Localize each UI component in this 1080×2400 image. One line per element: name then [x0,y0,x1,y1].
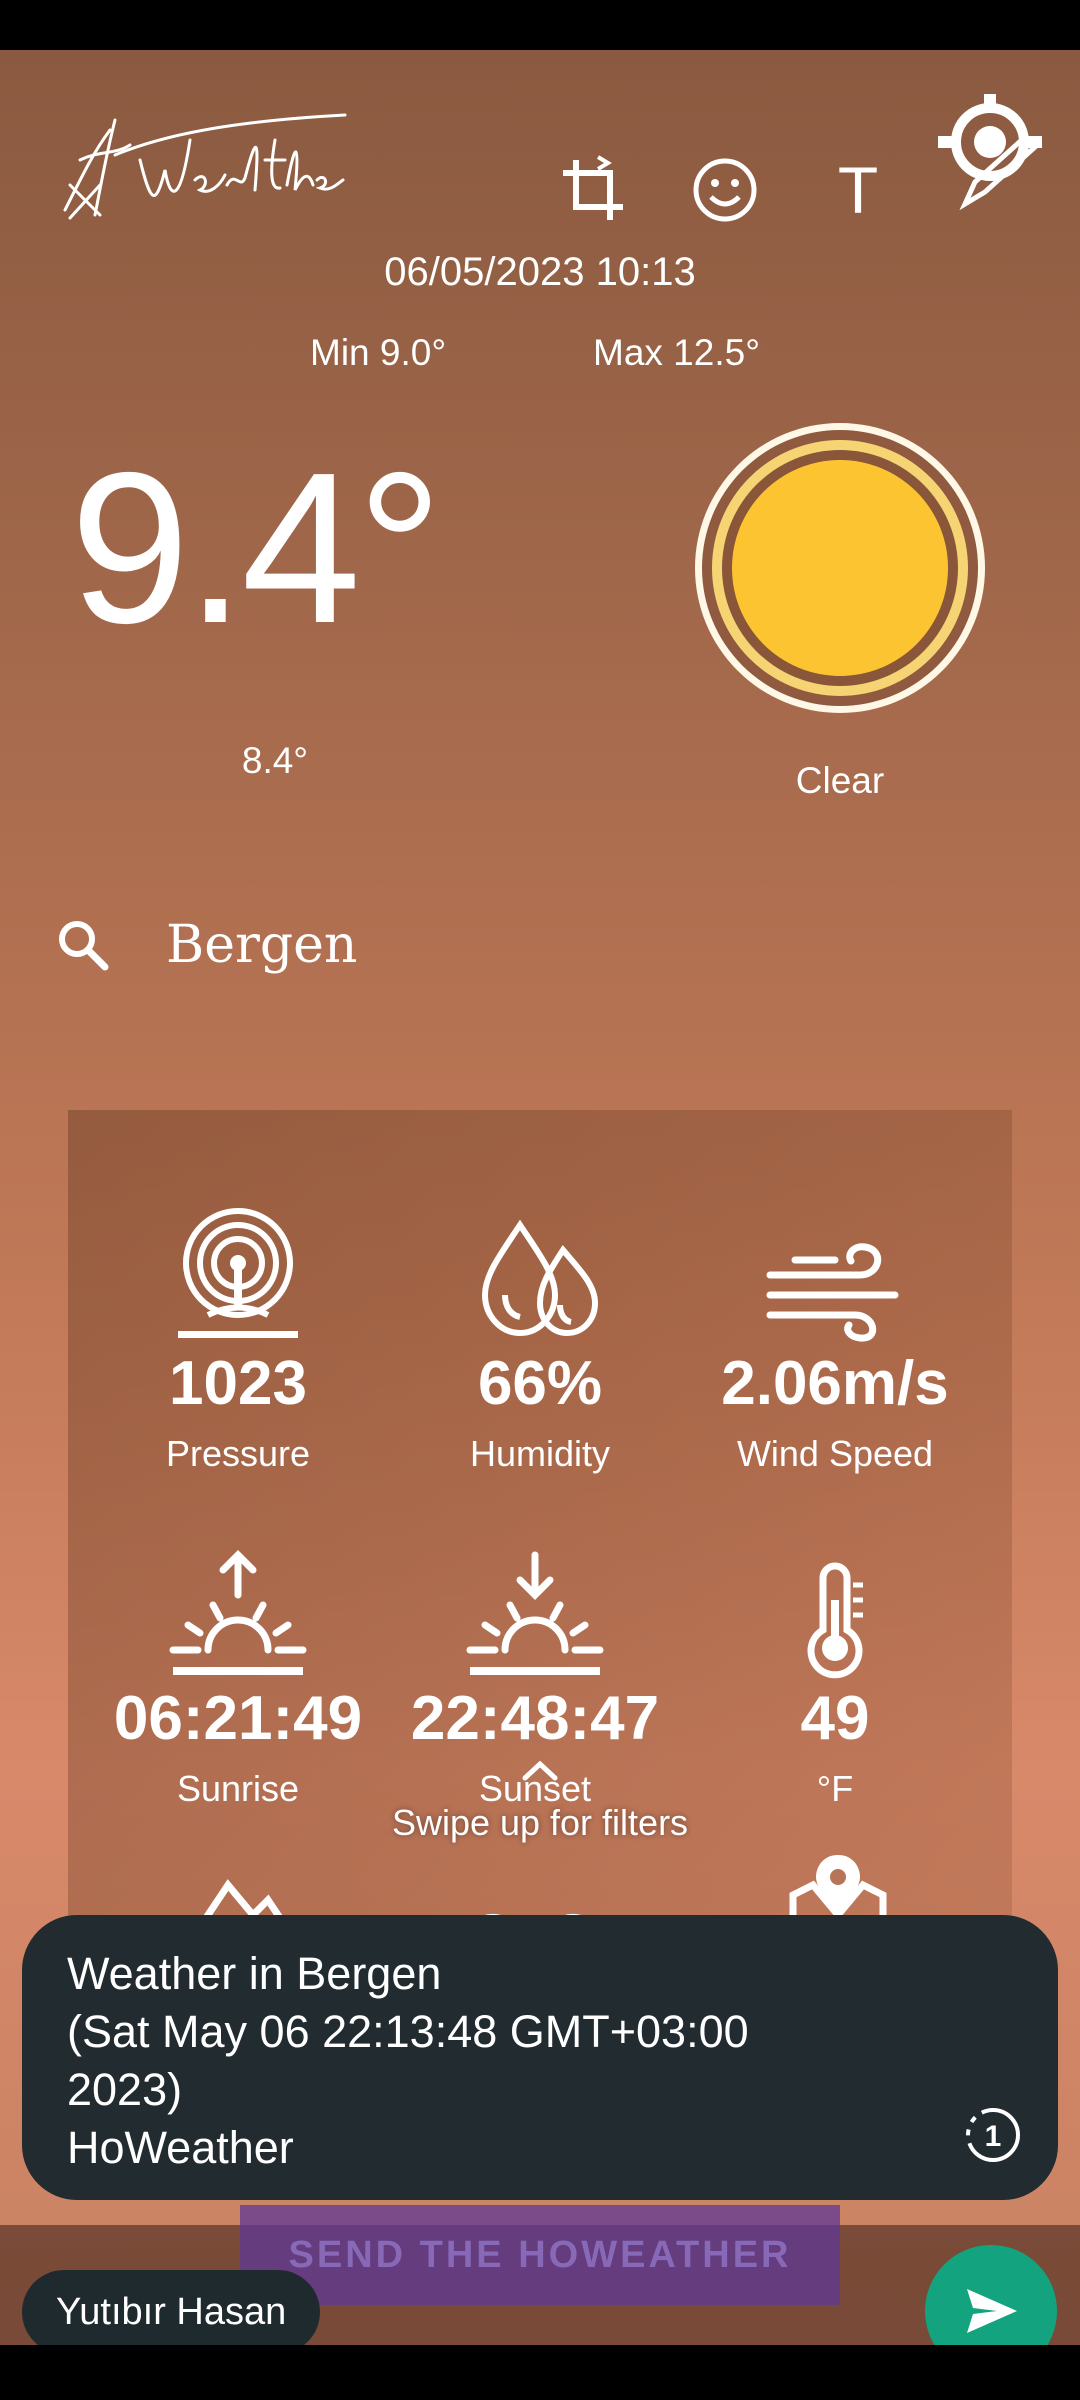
caption-input[interactable]: Weather in Bergen (Sat May 06 22:13:48 G… [22,1915,1058,2200]
stat-humidity: 66% Humidity [390,1195,690,1475]
stat-value: 1023 [169,1349,307,1418]
stat-value: 49 [800,1684,870,1753]
caption-text[interactable]: Weather in Bergen (Sat May 06 22:13:48 G… [67,1945,927,2177]
sun-icon [690,418,990,718]
thermometer-icon [807,1562,863,1679]
feels-like-temperature: 8.4° [241,740,309,781]
text-button[interactable]: T [818,150,898,230]
send-the-howeather-button[interactable]: SEND THE HOWEATHER [240,2205,840,2305]
stat-wind-speed: 2.06m/s Wind Speed [685,1195,985,1475]
stat-value: 2.06m/s [721,1349,949,1418]
view-once-icon[interactable]: 1 [963,2105,1023,2165]
sunrise-icon [169,1550,307,1675]
recipient-name: Yutıbır Hasan [56,2290,287,2333]
stat-label: Pressure [165,1433,311,1474]
stat-fahrenheit: 49 °F [685,1530,985,1810]
stat-label: Wind Speed [736,1433,934,1474]
max-temperature: Max 12.5° [593,332,760,373]
status-bar [0,0,1080,50]
city-name: Bergen [166,915,358,975]
min-temperature: Min 9.0° [310,332,447,373]
view-once-label: 1 [985,2120,1002,2153]
smiley-icon [693,158,757,222]
city-search[interactable]: Bergen [55,895,357,995]
sticker-button[interactable] [685,150,765,230]
wind-icon [766,1243,899,1342]
current-temperature: 9.4° [70,427,443,668]
sunset-icon [466,1551,604,1675]
stat-value: 06:21:49 [113,1684,363,1753]
stat-sunrise: 06:21:49 Sunrise [88,1530,388,1810]
draw-button[interactable] [930,92,1050,212]
story-editor-canvas: T 06/05/2023 10:13 Min 9.0° Max 12.5° 9.… [0,50,1080,2345]
stat-label: Humidity [469,1433,611,1474]
navigation-bar [0,2345,1080,2400]
search-icon [59,921,109,971]
stat-pressure: 1023 Pressure [88,1195,388,1475]
swipe-up-hint[interactable]: Swipe up for filters [0,1802,1080,1844]
humidity-icon [481,1219,599,1337]
howeather-logo [55,100,355,230]
crop-icon [563,155,623,220]
pressure-icon [178,1208,298,1338]
text-icon: T [837,153,879,227]
stat-value: 22:48:47 [410,1684,660,1753]
recipient-chip[interactable]: Yutıbır Hasan [22,2270,321,2345]
chevron-up-icon [510,1750,570,1790]
pencil-icon [938,94,1042,211]
stat-value: 66% [477,1349,603,1418]
crop-button[interactable] [553,150,633,230]
weather-condition: Clear [795,760,885,801]
date-time: 06/05/2023 10:13 [384,250,696,294]
send-icon [967,2289,1017,2333]
